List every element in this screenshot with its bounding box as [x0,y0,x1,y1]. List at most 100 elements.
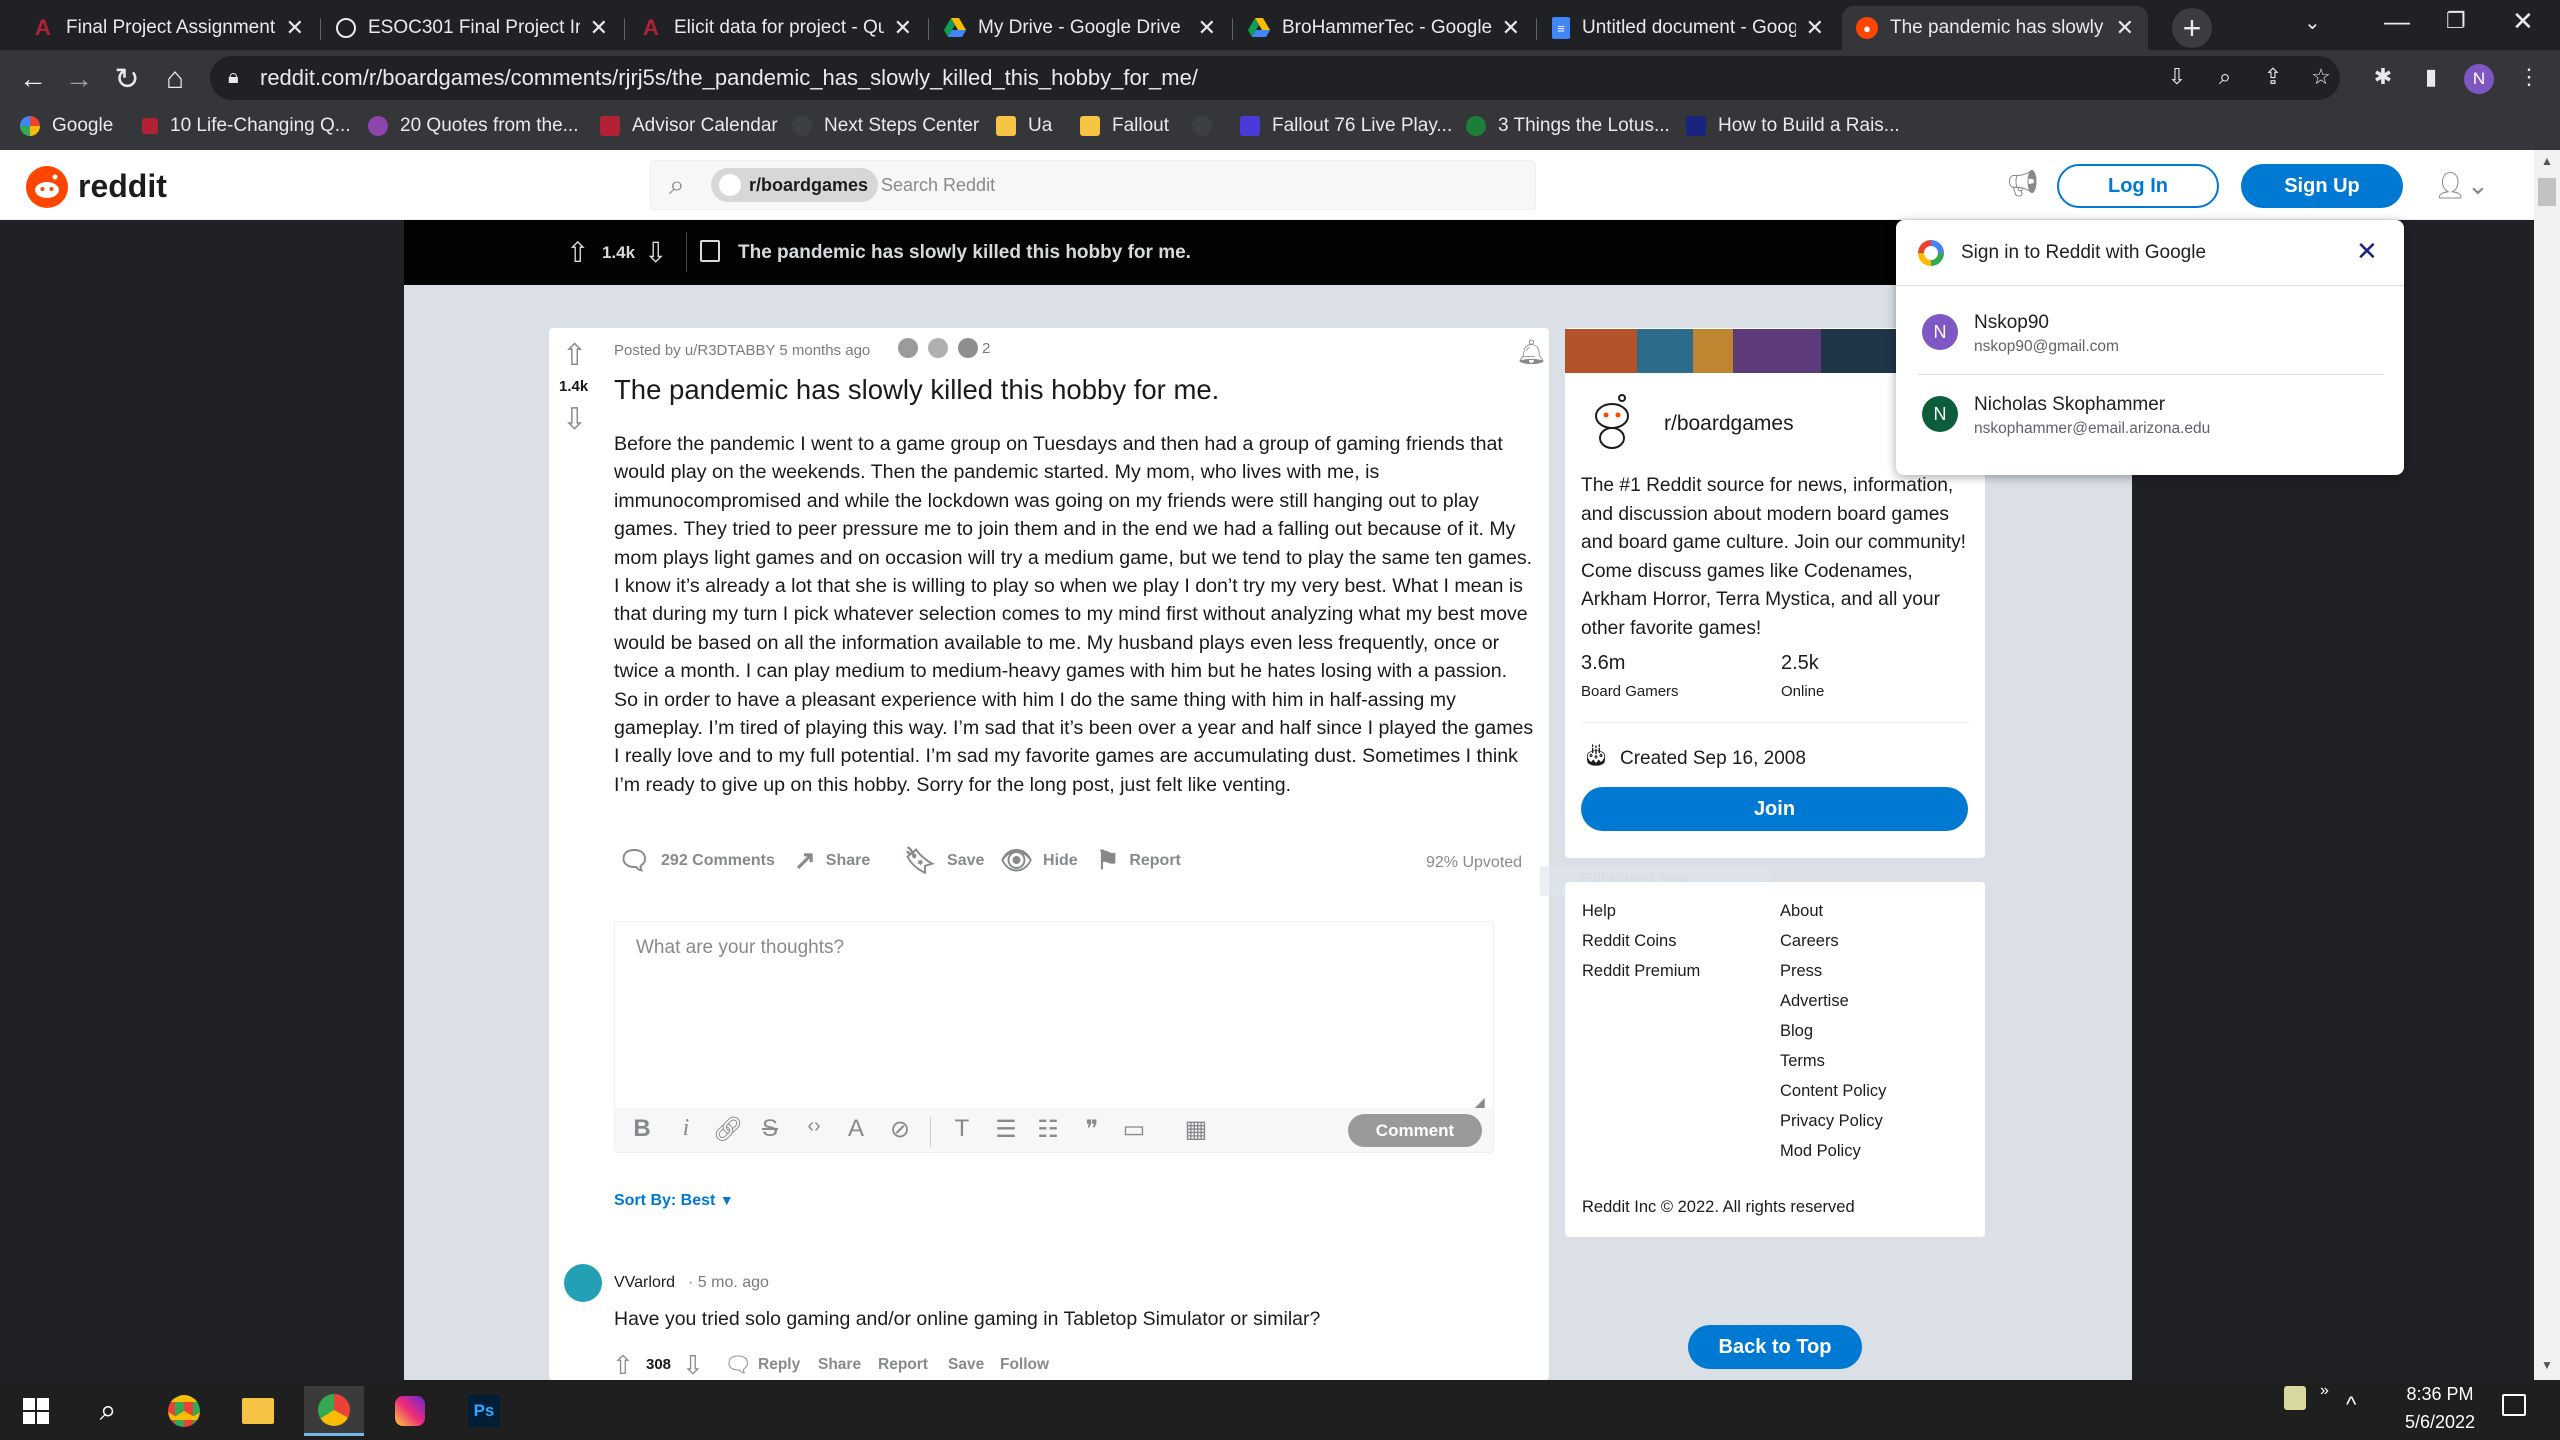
award-icon[interactable] [958,338,978,358]
file-explorer-icon[interactable] [228,1386,288,1436]
chrome-menu-icon[interactable]: ⋮ [2514,64,2544,90]
browser-tab[interactable]: BroHammerTec - Google D ✕ [1234,6,1534,50]
reddit-logo-icon[interactable] [26,166,68,208]
avatar[interactable] [564,1264,602,1302]
comment-share-button[interactable]: Share [818,1356,861,1374]
bookmark-item[interactable] [1192,112,1224,140]
comment-submit-button[interactable]: Comment [1348,1114,1482,1147]
close-icon[interactable]: ✕ [1502,15,1520,41]
bold-icon[interactable]: B [624,1115,660,1143]
back-arrow-icon[interactable]: ← [16,62,50,96]
bookmark-item[interactable]: Next Steps Center [792,112,979,140]
new-tab-plus-icon[interactable]: + [2172,8,2212,48]
link-icon[interactable]: 🔗︎ [710,1115,746,1144]
close-icon[interactable]: ✕ [286,15,304,41]
share-icon[interactable]: ⇪ [2258,64,2288,90]
comment-report-button[interactable]: Report [878,1356,928,1374]
scroll-up-arrow-icon[interactable]: ▲ [2541,154,2553,168]
zoom-icon[interactable]: ⌕ [2210,64,2240,90]
superscript-icon[interactable]: A [838,1115,874,1143]
back-to-top-button[interactable]: Back to Top [1688,1325,1862,1369]
search-box[interactable]: ⌕ r/boardgames Search Reddit [650,160,1536,210]
footer-link[interactable]: Reddit Coins [1582,932,1676,951]
share-button[interactable]: ↗ Share [794,845,870,876]
user-menu-icon[interactable]: 👤︎⌄ [2434,170,2489,201]
clock-date[interactable]: 5/6/2022 [2392,1412,2488,1433]
home-icon[interactable]: ⌂ [158,62,192,96]
comments-button[interactable]: 🗨︎ 292 Comments [618,845,775,876]
table-icon[interactable]: ▦ [1178,1115,1214,1144]
restore-icon[interactable]: ❐ [2446,8,2466,34]
bookmark-folder[interactable]: Fallout [1080,112,1169,140]
bookmark-item[interactable]: How to Build a Rais... [1686,112,1900,140]
side-panel-icon[interactable]: ▮ [2416,64,2446,90]
tray-overflow-chevron-icon[interactable]: » [2320,1382,2329,1400]
join-button[interactable]: Join [1581,787,1968,831]
close-icon[interactable]: ✕ [1198,15,1216,41]
browser-tab-active[interactable]: ● The pandemic has slowly k ✕ [1842,6,2148,50]
footer-link[interactable]: Reddit Premium [1582,962,1700,981]
notification-center-icon[interactable] [2502,1394,2526,1416]
downvote-arrow-icon[interactable]: ⇩ [562,402,587,437]
comment-input[interactable]: What are your thoughts? [636,937,844,959]
bookmark-folder[interactable]: Ua [996,112,1052,140]
minimize-icon[interactable]: — [2384,6,2410,37]
award-icon[interactable] [898,338,918,358]
windows-start-icon[interactable] [6,1386,66,1436]
post-meta[interactable]: Posted by u/R3DTABBY 5 months ago [614,342,870,359]
hide-button[interactable]: 👁︎ Hide [1000,845,1078,876]
bookmark-item[interactable]: Advisor Calendar [600,112,778,140]
address-bar[interactable]: 🔒︎ reddit.com/r/boardgames/comments/rjrj… [210,56,2340,100]
comment-author[interactable]: VVarlord [614,1274,675,1292]
comment-save-button[interactable]: Save [948,1356,984,1374]
chrome-taskbar-icon[interactable] [154,1386,214,1436]
comment-age[interactable]: · 5 mo. ago [688,1274,769,1292]
footer-link[interactable]: Advertise [1780,992,1849,1011]
strikethrough-icon[interactable]: S [752,1115,788,1143]
bookmark-item[interactable]: 3 Things the Lotus... [1466,112,1670,140]
footer-link[interactable]: Content Policy [1780,1082,1886,1101]
tray-up-caret-icon[interactable]: ^ [2346,1392,2356,1418]
extensions-puzzle-icon[interactable]: ✱ [2368,64,2398,90]
italic-icon[interactable]: i [668,1115,704,1142]
community-search-chip[interactable]: r/boardgames [711,168,879,202]
report-button[interactable]: ⚑ Report [1096,845,1181,876]
bookmark-item[interactable]: 10 Life-Changing Q... [142,112,351,140]
google-account-option[interactable]: N Nskop90 nskop90@gmail.com [1918,296,2384,372]
downvote-arrow-icon[interactable]: ⇩ [682,1350,704,1381]
close-icon[interactable]: ✕ [2356,236,2378,267]
sort-dropdown[interactable]: Sort By: Best ▼ [614,1192,734,1210]
window-close-icon[interactable]: ✕ [2512,6,2534,37]
overlay-backdrop-left[interactable] [0,220,404,1380]
close-icon[interactable]: ✕ [894,15,912,41]
search-icon[interactable]: ⌕ [78,1386,138,1436]
close-icon[interactable]: ✕ [1806,15,1824,41]
footer-link[interactable]: Mod Policy [1780,1142,1861,1161]
search-input[interactable]: Search Reddit [881,175,995,196]
instagram-icon[interactable] [380,1386,440,1436]
browser-tab[interactable]: ESOC301 Final Project Inst ✕ [322,6,622,50]
footer-link[interactable]: Privacy Policy [1780,1112,1883,1131]
bookmark-item[interactable]: Google [20,112,113,140]
bell-icon[interactable]: 🔔︎ [1516,338,1546,367]
community-name[interactable]: r/boardgames [1664,412,1794,436]
photoshop-icon[interactable]: Ps [454,1386,514,1436]
close-icon[interactable]: ✕ [2116,15,2134,41]
close-icon[interactable]: ✕ [590,15,608,41]
browser-tab[interactable]: A Elicit data for project - Qu ✕ [626,6,926,50]
clock-time[interactable]: 8:36 PM [2392,1384,2488,1405]
footer-link[interactable]: Careers [1780,932,1839,951]
save-button[interactable]: 🔖︎ Save [904,845,984,876]
browser-tab[interactable]: My Drive - Google Drive ✕ [930,6,1230,50]
heading-icon[interactable]: T [944,1115,980,1143]
login-button[interactable]: Log In [2057,164,2219,208]
upvote-arrow-icon[interactable]: ⇧ [566,236,589,269]
spoiler-icon[interactable]: ⊘ [882,1115,918,1144]
footer-link[interactable]: Help [1582,902,1616,921]
tray-app-icon[interactable] [2284,1386,2306,1410]
chrome-profile-taskbar-icon[interactable] [304,1386,364,1436]
downvote-arrow-icon[interactable]: ⇩ [644,236,667,269]
bookmark-star-icon[interactable]: ☆ [2306,64,2336,90]
reload-icon[interactable]: ↻ [110,62,144,96]
forward-arrow-icon[interactable]: → [62,62,96,96]
